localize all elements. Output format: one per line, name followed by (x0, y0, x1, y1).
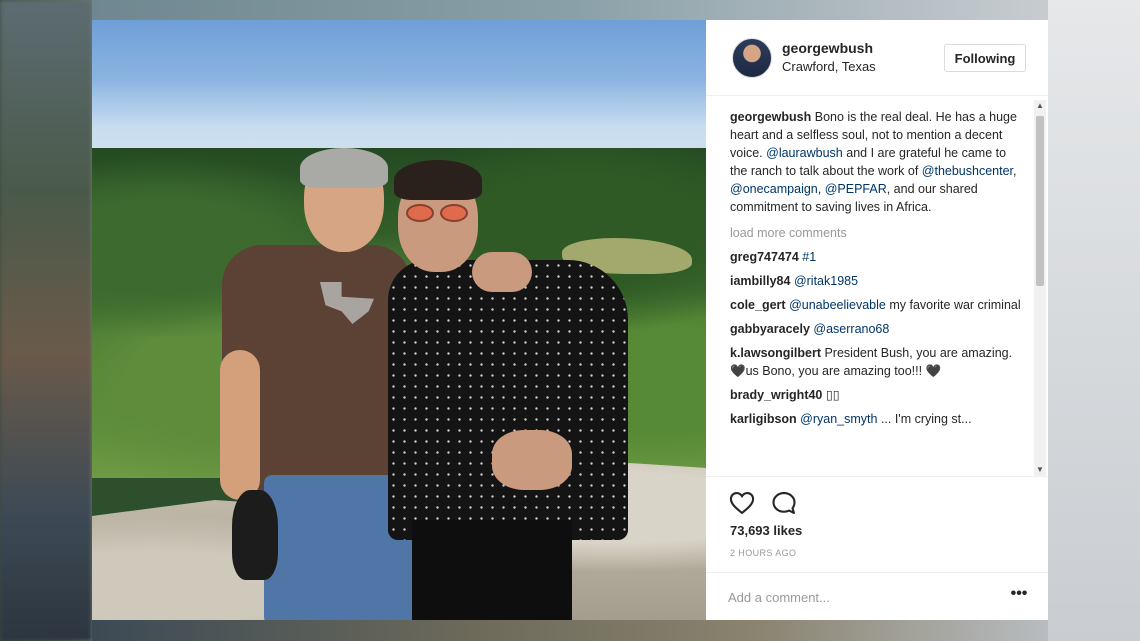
tinted-glasses (406, 204, 470, 222)
person-left-hair (300, 148, 388, 188)
mention-link[interactable]: #1 (802, 250, 816, 264)
comment: k.lawsongilbert President Bush, you are … (730, 346, 1013, 378)
comment: gabbyaracely @aserrano68 (730, 320, 1024, 338)
post-username[interactable]: georgewbush (782, 40, 873, 56)
comment-username[interactable]: greg747474 (730, 250, 799, 264)
comment-username[interactable]: k.lawsongilbert (730, 346, 821, 360)
mention-link[interactable]: @thebushcenter (922, 164, 1013, 178)
person-right-hair (394, 160, 482, 200)
add-comment-bar: ••• (706, 572, 1048, 620)
comment: cole_gert @unabeelievable my favorite wa… (730, 298, 1021, 312)
person-right-pants (412, 520, 572, 620)
load-more-comments-link[interactable]: load more comments (730, 224, 1024, 242)
scroll-down-arrow-icon[interactable]: ▼ (1034, 464, 1046, 476)
person-left-cap (232, 490, 278, 580)
comment-username[interactable]: karligibson (730, 412, 797, 426)
post-actions: 73,693 likes 2 HOURS AGO (706, 476, 1048, 572)
person-left-arm (220, 350, 260, 500)
following-button[interactable]: Following (944, 44, 1026, 72)
comment: greg747474 #1 (730, 248, 1024, 266)
person-right-hand-on-hip (492, 430, 572, 490)
scroll-up-arrow-icon[interactable]: ▲ (1034, 100, 1046, 112)
comments-list[interactable]: georgewbush Bono is the real deal. He ha… (730, 108, 1024, 476)
comment-username[interactable]: brady_wright40 (730, 388, 822, 402)
more-options-icon[interactable]: ••• (1008, 586, 1030, 607)
post-header: georgewbush Crawford, Texas Following (706, 20, 1048, 96)
comment: karligibson @ryan_smyth ... I'm crying s… (730, 412, 972, 426)
likes-count[interactable]: 73,693 likes (730, 523, 802, 538)
mention-link[interactable]: @laurawbush (766, 146, 843, 160)
post-panel: georgewbush Crawford, Texas Following ge… (706, 20, 1048, 620)
comment-username[interactable]: iambilly84 (730, 274, 790, 288)
background-blur-right (1048, 0, 1140, 641)
comment-username[interactable]: cole_gert (730, 298, 786, 312)
background-blur-bottom (92, 620, 1048, 641)
mention-link[interactable]: @ritak1985 (794, 274, 858, 288)
caption-username[interactable]: georgewbush (730, 110, 811, 124)
avatar[interactable] (732, 38, 772, 78)
scrollbar-thumb[interactable] (1036, 116, 1044, 286)
person-right-shirt (388, 260, 628, 540)
mention-link[interactable]: @PEPFAR (825, 182, 887, 196)
mention-link[interactable]: @ryan_smyth (800, 412, 877, 426)
heart-icon[interactable] (728, 489, 756, 517)
comments-scrollbar[interactable]: ▲ ▼ (1034, 100, 1046, 476)
background-blur-left (0, 0, 92, 641)
comment: brady_wright40 ▯▯ (730, 388, 840, 402)
post-photo[interactable] (92, 20, 706, 620)
mention-link[interactable]: @unabeelievable (789, 298, 886, 312)
background-blur-top (92, 0, 1048, 20)
mention-link[interactable]: @onecampaign (730, 182, 818, 196)
post-location[interactable]: Crawford, Texas (782, 59, 876, 74)
post-timestamp: 2 HOURS AGO (730, 548, 797, 558)
add-comment-input[interactable] (728, 585, 988, 609)
comment-icon[interactable] (770, 489, 798, 517)
comment-username[interactable]: gabbyaracely (730, 322, 810, 336)
comment: iambilly84 @ritak1985 (730, 272, 1024, 290)
person-right-hand-on-shoulder (472, 252, 532, 292)
mention-link[interactable]: @aserrano68 (813, 322, 889, 336)
caption: georgewbush Bono is the real deal. He ha… (730, 110, 1017, 214)
